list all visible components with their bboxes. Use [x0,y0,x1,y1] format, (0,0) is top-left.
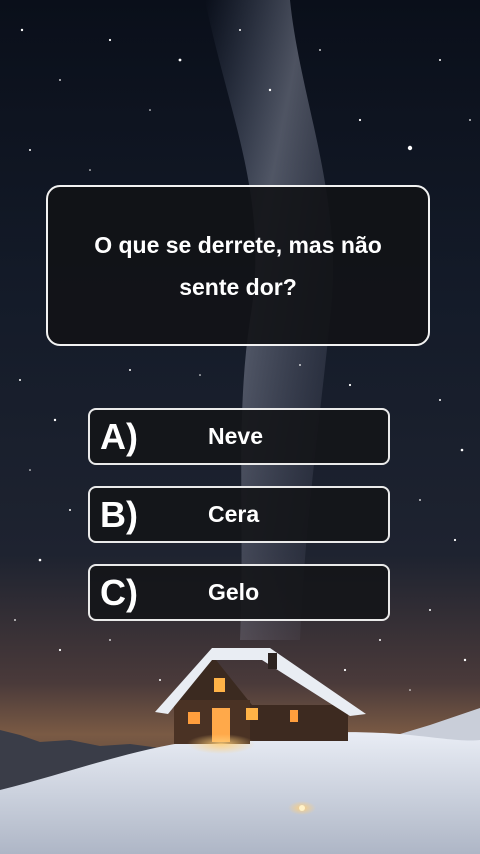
answer-letter-a: A) [100,416,138,457]
answer-option-a[interactable]: A) Neve [88,408,390,465]
question-panel: O que se derrete, mas não sente dor? [46,185,430,346]
answer-letter-b: B) [100,494,138,535]
answer-label-c: Gelo [208,579,260,605]
answer-letter-c: C) [100,572,138,613]
answer-option-b[interactable]: B) Cera [88,486,390,543]
answer-label-a: Neve [208,423,263,449]
question-text: O que se derrete, mas não sente dor? [94,231,382,300]
answer-label-b: Cera [208,501,260,527]
answer-option-c[interactable]: C) Gelo [88,564,390,621]
